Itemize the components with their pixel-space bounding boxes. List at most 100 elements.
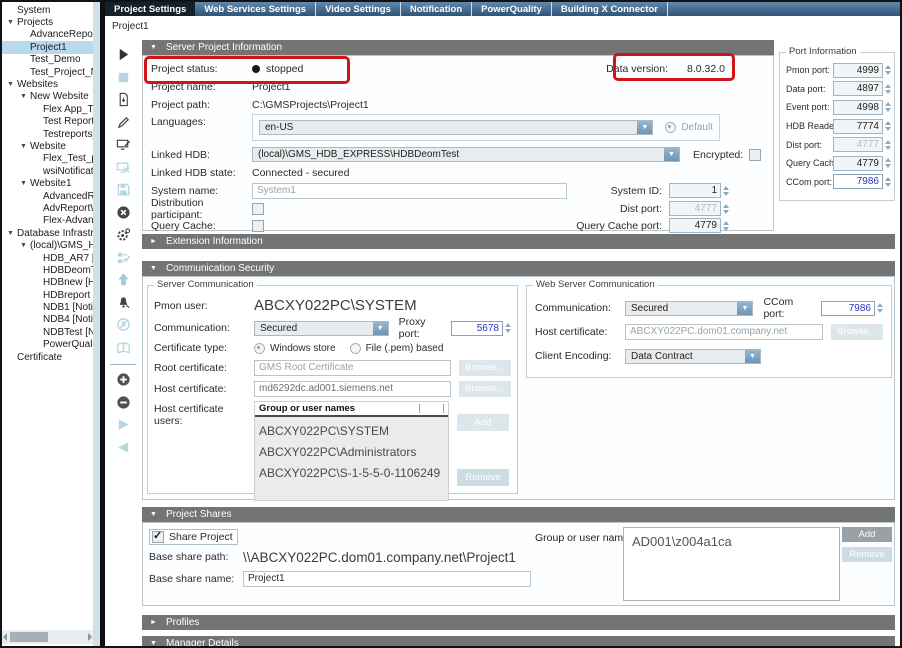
tree-item[interactable]: Test_Demo (2, 54, 93, 66)
tree-item[interactable]: ▼ New Website (2, 91, 93, 103)
collapse-icon[interactable]: ▼ (150, 44, 157, 51)
tab[interactable]: Web Services Settings (195, 2, 316, 16)
restore-icon[interactable] (115, 339, 132, 356)
remove-icon[interactable] (115, 394, 132, 411)
root-certificate-input[interactable]: GMS Root Certificate (254, 360, 451, 376)
tree-item[interactable]: AdvanceReport7 (2, 29, 93, 41)
spinner[interactable] (885, 176, 891, 188)
services-icon[interactable] (115, 226, 132, 243)
notification-off-icon[interactable] (115, 316, 132, 333)
tree-expand-icon[interactable]: ▼ (20, 180, 30, 187)
web-communication-dropdown[interactable]: Secured ▼ (625, 301, 753, 316)
spinner[interactable] (505, 322, 511, 334)
add-share-user-button[interactable]: Add (842, 527, 892, 542)
tree-item[interactable]: ▼ Websites (2, 78, 93, 90)
scroll-right-icon[interactable] (88, 633, 92, 641)
validate-icon[interactable] (115, 249, 132, 266)
windows-store-radio[interactable] (254, 343, 265, 354)
share-project-checkbox[interactable] (152, 531, 164, 543)
tree-item[interactable]: HDBnew [HI (2, 277, 93, 289)
spinner[interactable] (885, 64, 891, 76)
tree-item[interactable]: AdvReportW (2, 202, 93, 214)
tree-expand-icon[interactable]: ▼ (7, 81, 17, 88)
scroll-left-icon[interactable] (3, 633, 7, 641)
dist-port-input[interactable]: 4777 (669, 201, 721, 216)
system-id-input[interactable]: 1 (669, 183, 721, 198)
host-certificate-users-list[interactable]: Group or user names ABCXY022PC\SYSTEMABC… (254, 401, 449, 501)
tree-item[interactable]: wsiNotificati (2, 165, 93, 177)
chevron-down-icon[interactable]: ▼ (664, 148, 679, 161)
collapse-icon[interactable]: ▼ (150, 511, 157, 518)
tree-item[interactable]: HDBreport [ (2, 289, 93, 301)
browse-host-certificate-button[interactable]: Browse... (459, 381, 511, 397)
tree-item[interactable]: Project1 (2, 41, 93, 53)
save-icon[interactable] (115, 181, 132, 198)
query-cache-checkbox[interactable] (252, 220, 264, 232)
back-icon[interactable] (115, 439, 132, 456)
proxy-port-input[interactable]: 5678 (451, 321, 503, 336)
chevron-down-icon[interactable]: ▼ (637, 121, 652, 134)
spinner[interactable] (723, 185, 729, 197)
client-encoding-dropdown[interactable]: Data Contract ▼ (625, 349, 761, 364)
close-project-icon[interactable] (115, 159, 132, 176)
tree-item[interactable]: PowerQualit (2, 339, 93, 351)
port-input[interactable]: 4779 (833, 156, 883, 171)
tree-item[interactable]: ▼ Projects (2, 16, 93, 28)
tree-item[interactable]: NDBTest [Nc (2, 326, 93, 338)
collapse-icon[interactable]: ▼ (150, 265, 157, 272)
server-project-header[interactable]: ▼ Server Project Information (142, 40, 774, 55)
tree-item[interactable]: HDB_AR7 [H (2, 252, 93, 264)
port-input[interactable]: 7986 (833, 174, 883, 189)
tree-expand-icon[interactable]: ▼ (7, 230, 17, 237)
tab[interactable]: Building X Connector (552, 2, 668, 16)
port-input[interactable]: 7774 (833, 119, 883, 134)
encrypted-checkbox[interactable] (749, 149, 761, 161)
user-list-item[interactable]: ABCXY022PC\S-1-5-5-0-1106249 (255, 459, 448, 480)
browse-web-host-certificate-button[interactable]: Browse... (831, 324, 883, 340)
tree-item[interactable]: Test Reports (2, 116, 93, 128)
new-project-icon[interactable] (115, 91, 132, 108)
chevron-down-icon[interactable]: ▼ (373, 322, 388, 335)
tree-item[interactable]: Testreports_ (2, 128, 93, 140)
chevron-down-icon[interactable]: ▼ (737, 302, 752, 315)
port-input[interactable]: 4777 (833, 137, 883, 152)
default-language-radio[interactable] (665, 122, 676, 133)
base-share-name-input[interactable]: Project1 (243, 571, 531, 587)
tree-item[interactable]: Flex-Advanc (2, 215, 93, 227)
project-shares-header[interactable]: ▼ Project Shares (142, 507, 895, 522)
start-icon[interactable] (115, 46, 132, 63)
tree-expand-icon[interactable]: ▼ (20, 143, 30, 150)
distribution-participant-checkbox[interactable] (252, 203, 264, 215)
linked-hdb-dropdown[interactable]: (local)\GMS_HDB_EXPRESS\HDBDeomTest ▼ (252, 147, 680, 162)
remove-user-button[interactable]: Remove (457, 469, 509, 486)
tree-item[interactable]: Flex App_Tes (2, 103, 93, 115)
tree-item[interactable]: Flex_Test_pro (2, 153, 93, 165)
tree-expand-icon[interactable]: ▼ (20, 242, 30, 249)
spinner[interactable] (885, 139, 891, 151)
tree-expand-icon[interactable]: ▼ (7, 19, 17, 26)
system-name-input[interactable]: System1 (252, 183, 567, 199)
spinner[interactable] (885, 120, 891, 132)
browse-root-certificate-button[interactable]: Browse... (459, 360, 511, 376)
tree-item[interactable]: System (2, 4, 93, 16)
port-input[interactable]: 4999 (833, 63, 883, 78)
notification-icon[interactable] (115, 294, 132, 311)
add-icon[interactable] (115, 371, 132, 388)
tab[interactable]: Notification (401, 2, 472, 16)
port-input[interactable]: 4998 (833, 100, 883, 115)
spinner[interactable] (885, 83, 891, 95)
add-user-button[interactable]: Add (457, 414, 509, 431)
tree-expand-icon[interactable]: ▼ (20, 93, 30, 100)
spinner[interactable] (723, 220, 729, 232)
ccom-port-input[interactable]: 7986 (821, 301, 875, 316)
tab[interactable]: Project Settings (105, 2, 195, 16)
profiles-header[interactable]: ► Profiles (142, 615, 895, 630)
expand-icon[interactable]: ► (150, 619, 157, 626)
collapse-icon[interactable]: ▼ (150, 640, 157, 647)
tab[interactable]: PowerQuality (472, 2, 552, 16)
communication-dropdown[interactable]: Secured ▼ (254, 321, 389, 336)
tab[interactable]: Video Settings (316, 2, 401, 16)
scrollbar-thumb[interactable] (10, 632, 48, 642)
tree-item[interactable]: Test_Project_Not (2, 66, 93, 78)
share-users-list[interactable]: AD001\z004a1ca (623, 527, 840, 601)
